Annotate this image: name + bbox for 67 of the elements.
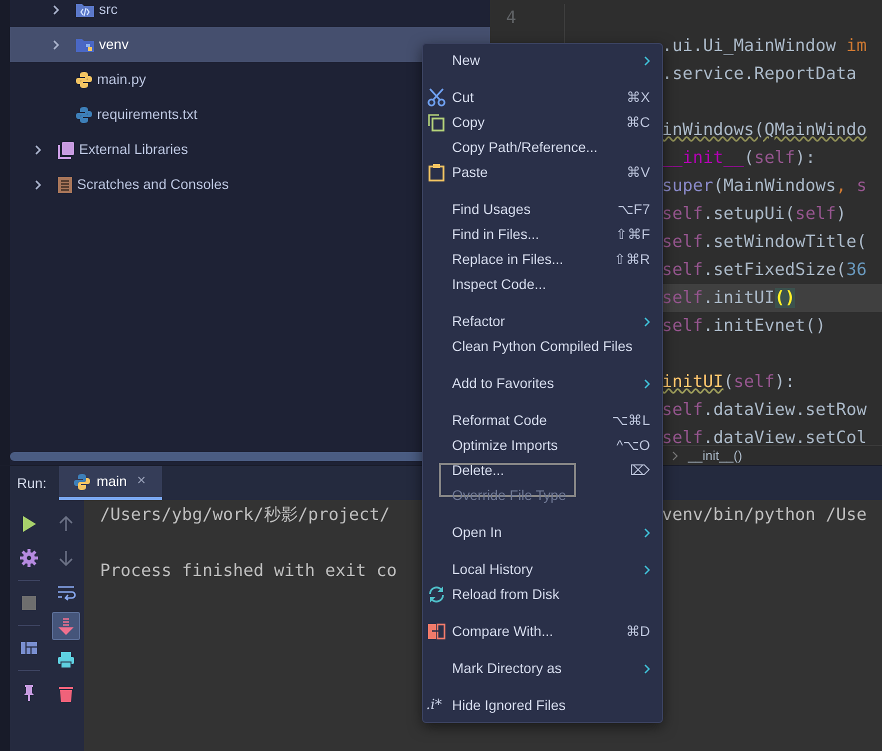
- scissors-icon: [427, 88, 446, 107]
- code-line: __init__(self):: [662, 148, 816, 168]
- menu-item[interactable]: Find in Files...: [452, 224, 540, 245]
- code-line: self.dataView.setCol: [662, 428, 867, 445]
- menu-item[interactable]: Paste: [452, 162, 488, 183]
- console-line: Process finished with exit co: [100, 561, 397, 581]
- menu-item[interactable]: Reformat Code: [452, 410, 547, 431]
- copy-icon: [427, 113, 446, 132]
- python-folder-icon: [75, 36, 95, 52]
- menu-item[interactable]: Add to Favorites: [452, 373, 554, 394]
- keyboard-shortcut: ⇧⌘R: [614, 250, 650, 269]
- python-icon: [72, 472, 91, 490]
- code-line: self.initUI(): [662, 288, 796, 308]
- menu-item[interactable]: Open In: [452, 522, 502, 543]
- python-file-icon: [75, 106, 93, 124]
- code-line: self.dataView.setRow: [662, 400, 867, 420]
- menu-item[interactable]: Cut: [452, 87, 474, 108]
- menu-item[interactable]: Find Usages: [452, 199, 531, 220]
- code-line: self.initEvnet(): [662, 316, 826, 336]
- clipboard-icon: [427, 163, 446, 182]
- menu-item[interactable]: Local History: [452, 559, 533, 580]
- keyboard-shortcut: ⌘C: [626, 113, 650, 132]
- python-file-icon: [75, 70, 93, 88]
- tree-item[interactable]: src: [10, 0, 490, 27]
- compare-icon: [427, 622, 446, 641]
- library-icon: [57, 140, 75, 158]
- code-line: super(MainWindows, s: [662, 176, 867, 196]
- scratch-file-icon: [57, 176, 73, 194]
- run-tab[interactable]: main ×: [58, 466, 162, 500]
- close-button[interactable]: ×: [136, 470, 146, 493]
- menu-item[interactable]: Optimize Imports: [452, 435, 558, 456]
- menu-item[interactable]: Refactor: [452, 311, 505, 332]
- code-line: inWindows(QMainWindo: [662, 120, 867, 140]
- code-line: self.setWindowTitle(: [662, 232, 867, 252]
- code-line: self.setupUi(self): [662, 204, 846, 224]
- breadcrumb-item[interactable]: __init__(): [688, 446, 742, 465]
- scroll-to-end-icon[interactable]: [52, 612, 80, 640]
- menu-item[interactable]: Inspect Code...: [452, 274, 546, 295]
- code-folder-icon: [75, 2, 95, 18]
- menu-item[interactable]: Hide Ignored Files: [452, 695, 566, 716]
- keyboard-shortcut: ⌘X: [626, 88, 650, 107]
- ignored-files-icon: .i*: [426, 695, 442, 716]
- panel-title: Run:: [16, 474, 48, 492]
- keyboard-shortcut: ⌘V: [626, 163, 650, 182]
- code-line: initUI(self):: [662, 372, 796, 392]
- keyboard-shortcut: ^⌥O: [616, 436, 650, 455]
- keyboard-shortcut: ⇧⌘F: [615, 225, 650, 244]
- keyboard-shortcut: ⌘D: [626, 622, 650, 641]
- code-line: .ui.Ui_MainWindow im: [662, 36, 867, 56]
- menu-item[interactable]: Copy: [452, 112, 485, 133]
- code-line: .service.ReportData: [662, 64, 856, 84]
- keyboard-shortcut: ⌦: [630, 461, 650, 480]
- menu-item[interactable]: Clean Python Compiled Files: [452, 336, 633, 357]
- line-number: 4: [506, 8, 516, 28]
- keyboard-shortcut: ⌥F7: [618, 200, 650, 219]
- console-line: /Users/ybg/work/秒影/project/: [100, 504, 391, 527]
- refresh-icon: [427, 585, 446, 604]
- menu-item[interactable]: Mark Directory as: [452, 658, 562, 679]
- menu-item[interactable]: Replace in Files...: [452, 249, 564, 270]
- menu-item[interactable]: Reload from Disk: [452, 584, 560, 605]
- menu-item[interactable]: Delete...: [452, 460, 504, 481]
- chevron-icon: [672, 450, 678, 460]
- menu-item[interactable]: Copy Path/Reference...: [452, 137, 598, 158]
- console-line: venv/bin/python /Use: [662, 504, 867, 527]
- keyboard-shortcut: ⌥⌘L: [612, 411, 650, 430]
- code-line: self.setFixedSize(36: [662, 260, 867, 280]
- menu-item[interactable]: Compare With...: [452, 621, 554, 642]
